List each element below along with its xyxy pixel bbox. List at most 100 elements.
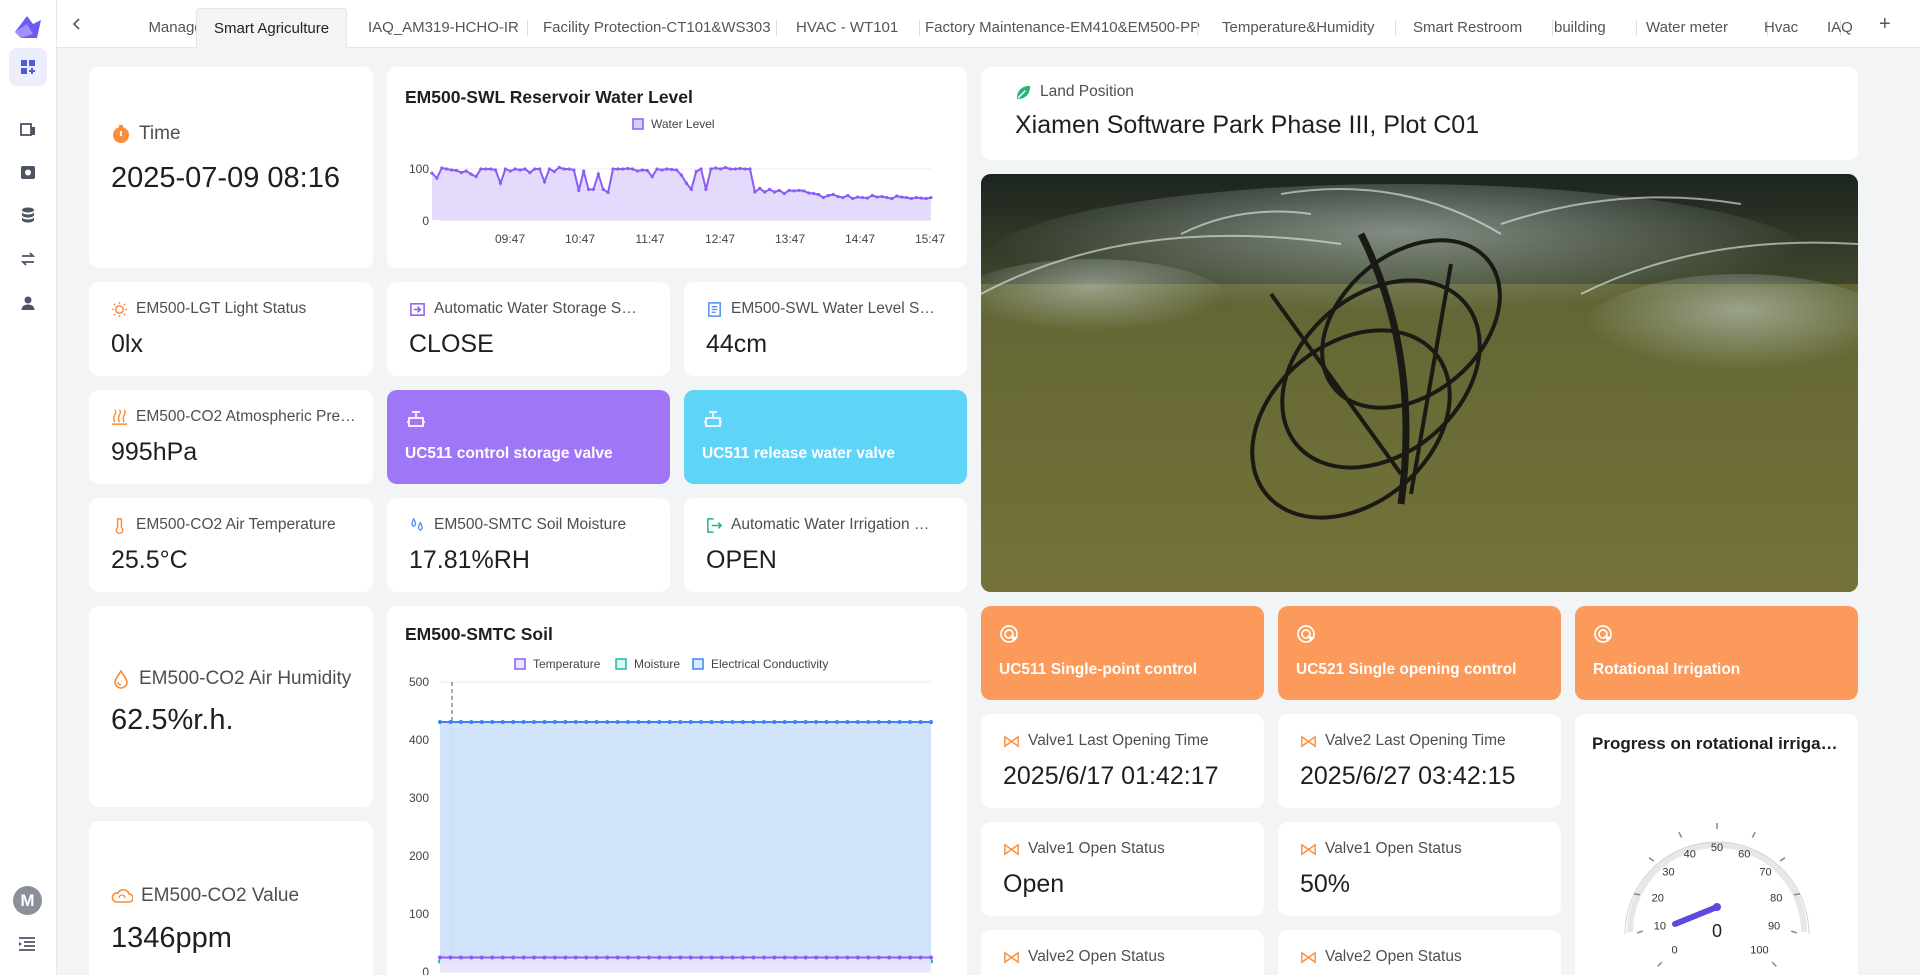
water-level-point [430,171,434,175]
soil-chart-card: EM500-SMTC Soil Temperature Moisture Ele… [387,606,967,975]
water-level-point [758,186,762,190]
app-logo-icon[interactable] [11,12,47,42]
soil-point [740,720,745,725]
water-level-point [787,188,791,193]
soil-point [699,955,704,960]
x-tick: 13:47 [775,232,805,246]
water-level-point [856,195,860,199]
soil-area-0 [440,957,931,972]
legend-label-temperature[interactable]: Temperature [533,657,601,671]
water-level-point [719,167,723,171]
soil-point [772,955,777,960]
soil-point [929,955,933,960]
sign-in-icon [410,302,425,316]
chevron-left-icon[interactable] [71,16,83,32]
water-level-point [851,196,855,201]
user-nav-icon[interactable] [9,284,47,322]
x-tick: 09:47 [495,232,525,246]
water-level-point [635,169,640,173]
legend-swatch-temperature[interactable] [514,658,526,670]
soil-point [573,720,578,725]
tab-factory-maintenance[interactable]: Factory Maintenance-EM410&EM500-PP [925,8,1200,48]
collapse-menu-icon[interactable] [18,936,36,952]
tab-facility-protection[interactable]: Facility Protection-CT101&WS303 [543,8,771,48]
water-level-point [841,195,845,200]
x-tick: 10:47 [565,232,595,246]
soil-point [834,720,839,725]
single-point-control-button[interactable]: UC511 Single-point control [981,606,1264,700]
soil-point [751,720,756,725]
y-tick: 100 [409,907,429,921]
field-photo [981,174,1858,592]
valve-icon [704,411,722,427]
soil-point [448,720,453,725]
water-level-point [650,175,654,179]
valve-bowtie-icon [1004,734,1019,748]
tab-hvac[interactable]: Hvac [1764,8,1798,48]
devices-nav-icon[interactable] [9,110,47,148]
user-avatar[interactable]: M [13,886,42,915]
dashboard-nav-icon[interactable] [9,48,47,86]
legend-label-moisture[interactable]: Moisture [634,657,680,671]
soil-point [511,720,516,725]
tab-temperature-humidity[interactable]: Temperature&Humidity [1222,8,1375,48]
water-level-point [689,187,693,191]
soil-point [615,955,620,960]
irrigation-status-card: Automatic Water Irrigation Status OPEN [684,498,967,592]
storage-valve-button[interactable]: UC511 control storage valve [387,390,670,484]
soil-point [500,955,505,960]
legend-label-electrical-conductivity[interactable]: Electrical Conductivity [711,657,828,671]
workflow-nav-icon[interactable] [9,240,47,278]
soil-point [552,720,557,725]
integration-nav-icon[interactable] [9,153,47,191]
single-opening-control-button[interactable]: UC521 Single opening control [1278,606,1561,700]
water-level-point [831,192,835,197]
soil-point [521,955,526,960]
tab-iaq-am319[interactable]: IAQ_AM319-HCHO-IR [368,8,519,48]
legend-swatch-water-level[interactable] [632,118,644,130]
water-level-point [748,167,752,171]
valve-bowtie-icon [1004,842,1019,856]
water-level-point [860,195,865,200]
soil-point [824,955,829,960]
water-level-point [767,187,772,191]
tab-smart-agriculture[interactable]: Smart Agriculture [196,8,348,48]
soil-point [730,955,735,960]
tab-building[interactable]: building [1554,8,1606,48]
release-valve-button[interactable]: UC511 release water valve [684,390,967,484]
legend-swatch-electrical-conductivity[interactable] [692,658,704,670]
rotational-irrigation-button[interactable]: Rotational Irrigation [1575,606,1858,700]
soil-point [929,720,933,725]
water-level-point [890,196,894,201]
soil-point [469,720,474,725]
water-level-point [870,193,874,198]
legend-label-water-level[interactable]: Water Level [651,117,715,131]
add-tab-button[interactable]: + [1879,13,1891,36]
tab-water-meter[interactable]: Water meter [1646,8,1728,48]
water-level-chart: Water Level 100 0 09:47 10:47 11:47 12:4… [409,117,945,246]
water-level-point [474,175,478,179]
soil-point [584,955,589,960]
legend-swatch-moisture[interactable] [615,658,627,670]
soil-point [584,720,589,725]
water-level-point [875,195,879,199]
tab-hvac-wt101[interactable]: HVAC - WT101 [796,8,898,48]
water-level-point [709,167,713,171]
water-level-point [640,168,644,172]
soil-point [834,955,839,960]
water-level-point [469,172,473,176]
valve2-last-opening-card: Valve2 Last Opening Time 2025/6/27 03:42… [1278,714,1561,808]
y-tick: 0 [422,214,429,228]
water-level-point [489,167,493,171]
database-nav-icon[interactable] [9,196,47,234]
water-level-point [797,188,801,193]
sidebar: M [0,0,57,975]
water-level-point [675,168,679,172]
soil-point [908,955,913,960]
water-level-point [807,191,811,195]
tab-smart-restroom[interactable]: Smart Restroom [1413,8,1522,48]
soil-moisture-card: EM500-SMTC Soil Moisture 17.81%RH [387,498,670,592]
valve-bowtie-icon [1301,734,1316,748]
soil-point [636,720,641,725]
tab-iaq[interactable]: IAQ [1827,8,1853,48]
